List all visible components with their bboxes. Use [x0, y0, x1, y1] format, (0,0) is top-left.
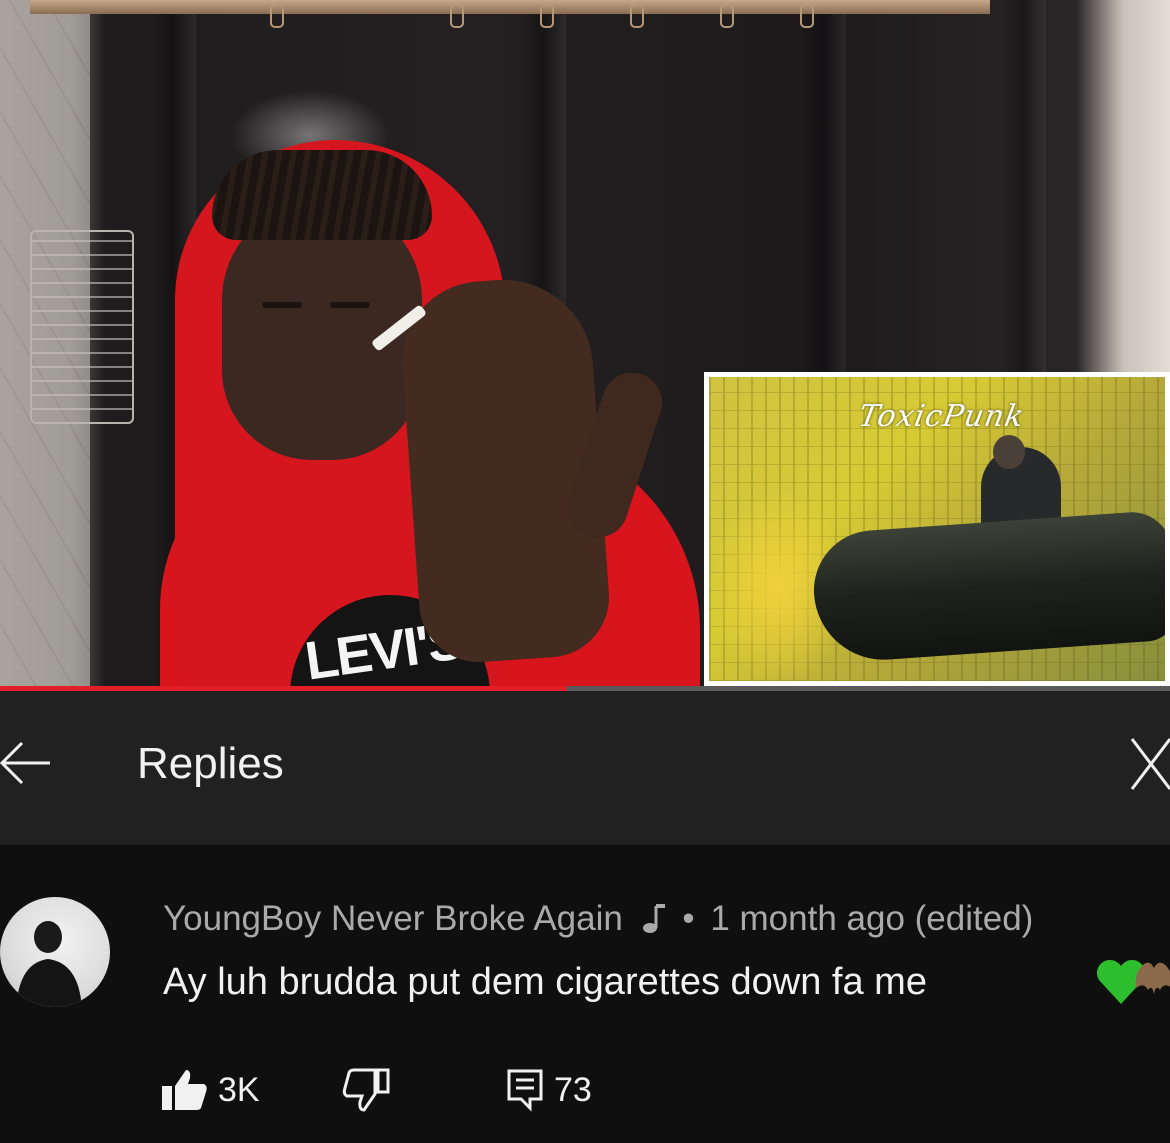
thumbs-down-icon [342, 1068, 390, 1112]
comment-item: YoungBoy Never Broke Again • 1 month ago… [0, 845, 1170, 1143]
reply-comment-icon [507, 1069, 543, 1112]
meta-separator: • [682, 899, 695, 938]
like-button[interactable]: 3K [160, 1067, 260, 1113]
comment-author[interactable]: YoungBoy Never Broke Again [163, 899, 623, 938]
video-player[interactable]: LEVI'S ToxicPunk [0, 0, 1170, 686]
dislike-button[interactable] [342, 1067, 390, 1113]
like-count: 3K [218, 1070, 260, 1109]
back-arrow-icon [0, 741, 50, 785]
thumbnail-title: ToxicPunk [855, 399, 1028, 434]
bat-icon [1135, 962, 1170, 994]
reply-count: 73 [554, 1070, 592, 1109]
replies-title: Replies [137, 739, 284, 788]
back-button[interactable] [0, 733, 60, 793]
reply-button[interactable]: 73 [506, 1067, 592, 1113]
thumbnail-car [809, 509, 1165, 665]
avatar[interactable] [0, 897, 110, 1007]
close-button[interactable] [1122, 733, 1170, 795]
close-icon [1130, 738, 1170, 790]
comment-meta: YoungBoy Never Broke Again • 1 month ago… [163, 899, 1033, 939]
curtain-rod [30, 0, 990, 14]
shower-caddy [30, 230, 134, 424]
replies-header: Replies [0, 691, 1170, 845]
comment-timestamp: 1 month ago (edited) [710, 899, 1034, 938]
comment-text: Ay luh brudda put dem cigarettes down fa… [163, 961, 927, 1003]
video-end-card-thumbnail[interactable]: ToxicPunk [704, 372, 1170, 686]
hair [212, 150, 432, 240]
thumbs-up-icon [162, 1070, 207, 1110]
music-note-icon [642, 904, 665, 933]
avatar-person-icon [16, 921, 82, 1007]
